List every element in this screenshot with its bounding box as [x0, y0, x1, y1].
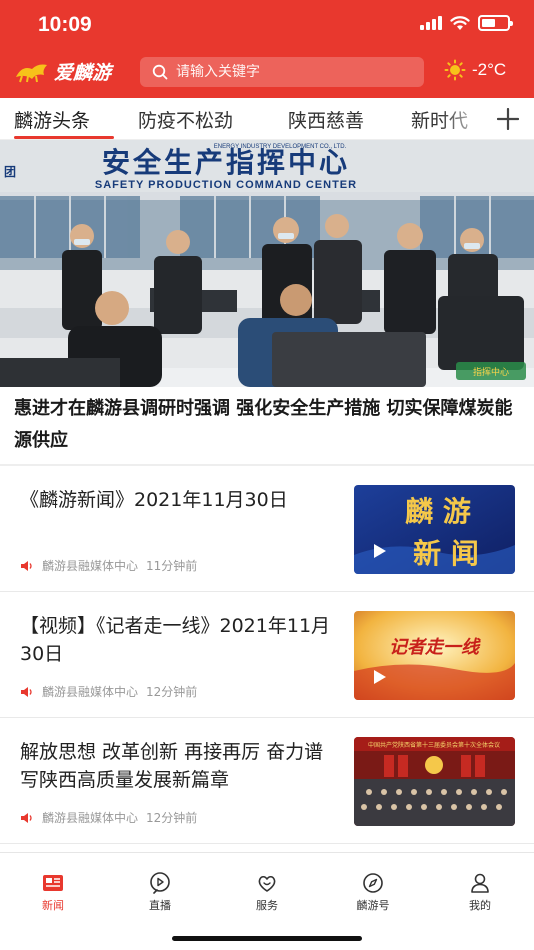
speaker-icon [21, 560, 32, 571]
news-source: 麟游县融媒体中心 [42, 811, 139, 825]
nav-label: 服务 [256, 899, 278, 912]
news-time: 11分钟前 [146, 559, 198, 573]
live-icon [150, 872, 170, 894]
nav-live[interactable]: 直播 [120, 871, 200, 913]
channel-tabs: 麟游头条 防疫不松劲 陕西慈善 新时代 [0, 98, 534, 140]
nav-label: 我的 [469, 899, 491, 912]
speaker-icon [21, 812, 32, 823]
app-logo[interactable]: 爱麟游 [14, 58, 111, 85]
search-icon [152, 64, 168, 80]
hero-sign-small: ENERGY INDUSTRY DEVELOPMENT CO., LTD. [214, 144, 347, 150]
play-icon [374, 670, 386, 684]
row-divider [0, 843, 534, 844]
profile-icon [471, 873, 489, 893]
thumb-text-1: 记者走一线 [389, 637, 481, 658]
nav-profile[interactable]: 我的 [440, 871, 520, 913]
cellular-signal-icon [420, 16, 442, 30]
plus-icon [496, 107, 520, 131]
nav-linyou-hao[interactable]: 麟游号 [333, 871, 413, 913]
battery-icon [478, 15, 513, 31]
qilin-logo-icon [16, 64, 47, 82]
logo-text: 爱麟游 [54, 62, 112, 84]
thumb-text-1: 中国共产党陕西省第十三届委员会第十次全体会议 [368, 741, 500, 749]
news-meta: 麟游县融媒体中心 12分钟前 [20, 809, 197, 826]
hero-sign-left: 团 [4, 165, 16, 179]
hero-headline[interactable]: 惠进才在麟游县调研时强调 强化安全生产措施 切实保障煤炭能源供应 [14, 393, 526, 457]
active-tab-indicator [14, 136, 114, 139]
news-item[interactable]: 解放思想 改革创新 再接再厉 奋力谱写陕西高质量发展新篇章 麟游县融媒体中心 1… [0, 718, 534, 844]
nav-label: 麟游号 [356, 899, 390, 912]
nav-news[interactable]: 新闻 [13, 871, 93, 913]
search-bar[interactable] [140, 57, 424, 87]
tab-headlines[interactable]: 麟游头条 [14, 106, 90, 133]
news-thumbnail[interactable]: 麟 游 新 闻 [354, 485, 515, 574]
service-icon [258, 875, 276, 892]
news-title[interactable]: 【视频】《记者走一线》2021年11月30日 [20, 612, 338, 668]
news-item[interactable]: 《麟游新闻》2021年11月30日 麟游县融媒体中心 11分钟前 麟 游 新 闻 [0, 466, 534, 592]
add-channel-button[interactable] [488, 101, 528, 137]
hero-image[interactable]: 安全生产指挥中心 SAFETY PRODUCTION COMMAND CENTE… [0, 140, 534, 387]
news-meta: 麟游县融媒体中心 12分钟前 [20, 683, 197, 700]
news-meta: 麟游县融媒体中心 11分钟前 [20, 557, 197, 574]
news-source: 麟游县融媒体中心 [42, 685, 139, 699]
weather-widget[interactable]: -2°C [444, 59, 506, 81]
news-icon [43, 875, 63, 891]
hero-photo: 安全生产指挥中心 SAFETY PRODUCTION COMMAND CENTE… [0, 140, 534, 387]
sun-icon [444, 59, 466, 81]
temperature: -2°C [472, 60, 507, 79]
status-bar: 10:09 [0, 0, 534, 50]
status-icons [420, 15, 513, 31]
news-item[interactable]: 【视频】《记者走一线》2021年11月30日 麟游县融媒体中心 12分钟前 记者… [0, 592, 534, 718]
nav-label: 新闻 [42, 899, 64, 912]
wifi-icon [450, 16, 470, 30]
nav-service[interactable]: 服务 [227, 871, 307, 913]
news-title[interactable]: 解放思想 改革创新 再接再厉 奋力谱写陕西高质量发展新篇章 [20, 738, 338, 794]
app-header: 10:09 爱麟游 请输入关键字 -2°C [0, 0, 534, 98]
hero-sign-en: SAFETY PRODUCTION COMMAND CENTER [95, 179, 357, 191]
news-time: 12分钟前 [146, 685, 198, 699]
hero-sign-cn: 安全生产指挥中心 [102, 146, 350, 179]
news-thumbnail[interactable]: 中国共产党陕西省第十三届委员会第十次全体会议 [354, 737, 515, 826]
play-icon [374, 544, 386, 558]
news-thumbnail[interactable]: 记者走一线 [354, 611, 515, 700]
news-title[interactable]: 《麟游新闻》2021年11月30日 [20, 486, 338, 514]
speaker-icon [21, 686, 32, 697]
search-input[interactable] [176, 64, 406, 80]
tab-shaanxi-charity[interactable]: 陕西慈善 [288, 106, 364, 133]
thumb-text-1: 麟 游 [405, 495, 471, 528]
nav-label: 直播 [149, 899, 171, 912]
news-time: 12分钟前 [146, 811, 198, 825]
news-source: 麟游县融媒体中心 [42, 559, 139, 573]
compass-icon [363, 873, 383, 893]
tabs-fade [440, 98, 490, 139]
status-time: 10:09 [38, 13, 92, 36]
home-indicator [172, 936, 362, 941]
top-nav: 爱麟游 -2°C [0, 50, 534, 98]
thumb-text-2: 新 闻 [413, 537, 479, 570]
hero-watermark: 指挥中心 [473, 366, 509, 378]
tab-epidemic[interactable]: 防疫不松劲 [138, 106, 233, 133]
